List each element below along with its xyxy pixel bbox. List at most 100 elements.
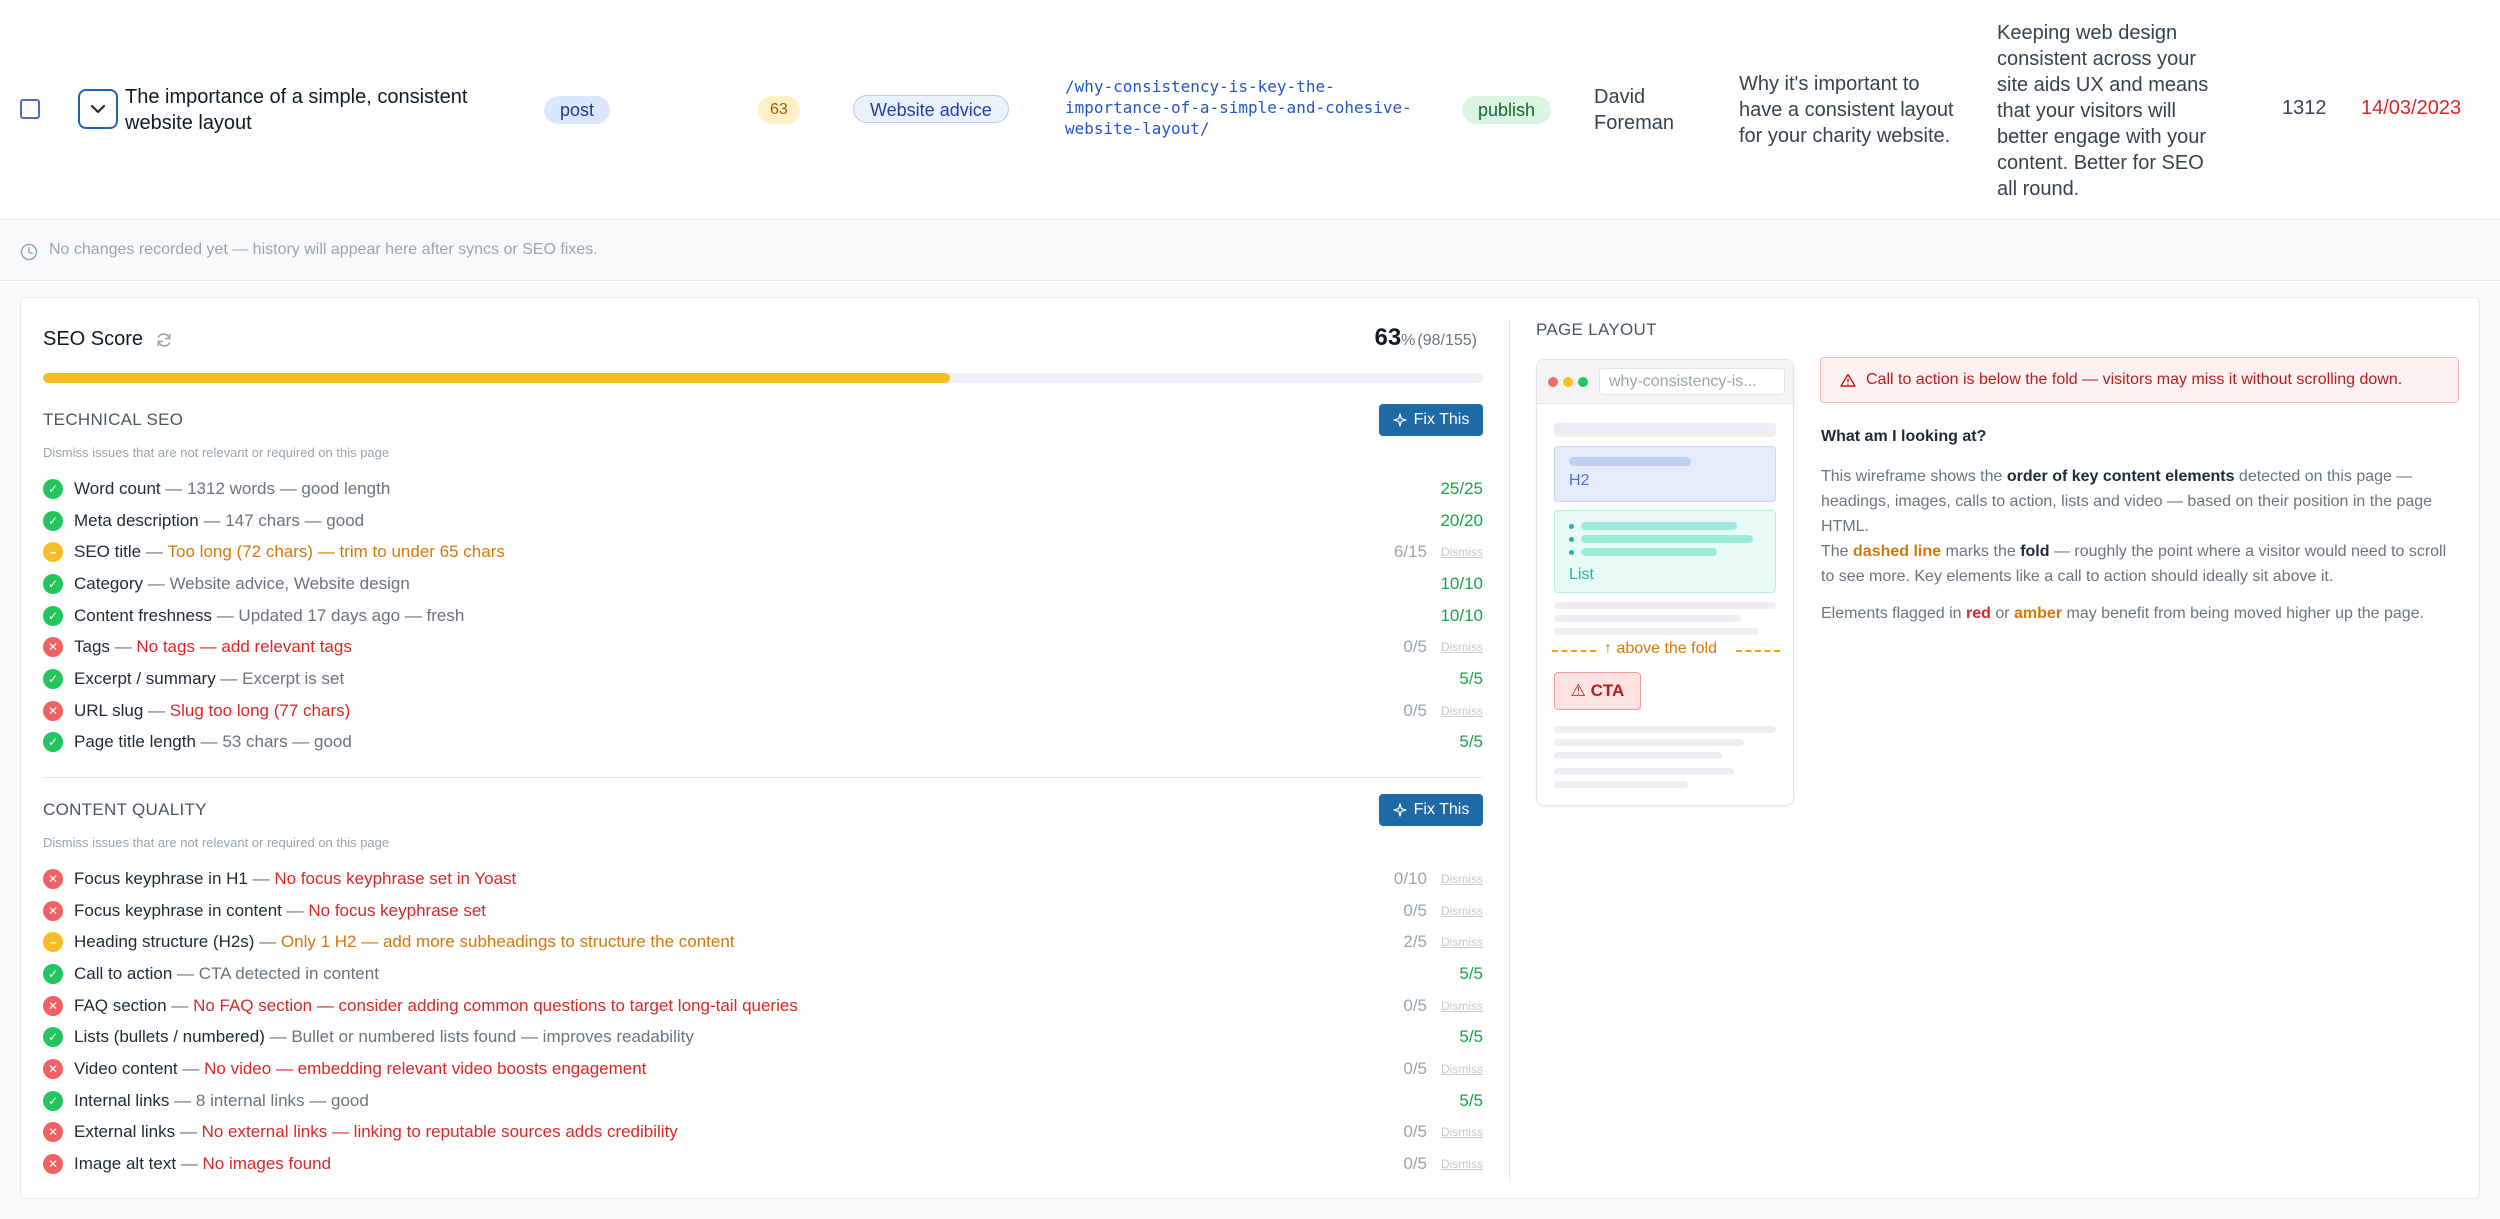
check-detail: Updated 17 days ago — fresh — [238, 605, 465, 625]
check-detail: Slug too long (77 chars) — [169, 700, 351, 720]
dismiss-link[interactable]: Dismiss — [1441, 1062, 1483, 1076]
seo-percent: 63 — [1374, 324, 1402, 351]
collapse-button[interactable] — [78, 89, 118, 129]
check-score: 5/5 — [1459, 963, 1483, 983]
check-label: External links — [74, 1122, 176, 1142]
dismiss-link[interactable]: Dismiss — [1441, 545, 1483, 559]
check-label: Word count — [74, 478, 161, 498]
post-author: David Foreman — [1594, 86, 1675, 134]
check-item: ✓ Page title length — 53 chars — good 5/5 — [43, 727, 1483, 759]
explainer-heading: What am I looking at? — [1821, 428, 1987, 445]
history-text: No changes recorded yet — history will a… — [49, 241, 598, 258]
check-score: 0/5 — [1403, 637, 1427, 657]
check-score: 2/5 — [1403, 932, 1427, 952]
warning-icon — [1840, 373, 1856, 387]
dismiss-link[interactable]: Dismiss — [1441, 1157, 1483, 1171]
cross-icon: ✕ — [43, 1058, 63, 1079]
cross-icon: ✕ — [43, 700, 63, 721]
check-label: Category — [74, 573, 143, 593]
word-count: 1312 — [2282, 97, 2327, 119]
dismiss-link[interactable]: Dismiss — [1441, 704, 1483, 718]
fold-alert-text: Call to action is below the fold — visit… — [1866, 371, 2403, 388]
content-quality-title: CONTENT QUALITY — [43, 800, 207, 819]
dismiss-link[interactable]: Dismiss — [1441, 904, 1483, 918]
check-score: 0/5 — [1403, 1058, 1427, 1078]
content-quality-list: ✕ Focus keyphrase in H1 — No focus keyphr… — [43, 863, 1483, 1180]
check-score: 20/20 — [1440, 510, 1483, 530]
check-item: ✕ Focus keyphrase in content — No focus k… — [43, 895, 1483, 927]
seo-progress-fill — [43, 373, 951, 383]
wireframe-url: why-consistency-is... — [1599, 368, 1785, 395]
cross-icon: ✕ — [43, 1154, 63, 1175]
post-date: 14/03/2023 — [2361, 97, 2462, 119]
post-title[interactable]: The importance of a simple, consistent w… — [125, 84, 485, 136]
check-detail: Bullet or numbered lists found — improve… — [291, 1027, 694, 1047]
wireframe-fold-line: ↑ above the fold — [1552, 640, 1780, 660]
check-detail: 147 chars — good — [225, 510, 365, 530]
check-label: Focus keyphrase in H1 — [74, 868, 248, 888]
dismiss-link[interactable]: Dismiss — [1441, 935, 1483, 949]
check-label: SEO title — [74, 542, 142, 562]
post-url[interactable]: /why-consistency-is-key-the-importance-o… — [1065, 76, 1425, 139]
content-quality-subtitle: Dismiss issues that are not relevant or … — [43, 835, 390, 850]
check-label: Call to action — [74, 963, 173, 983]
check-icon: ✓ — [43, 963, 63, 984]
refresh-icon[interactable] — [155, 331, 173, 349]
seo-percent-suffix: % — [1401, 332, 1416, 349]
dismiss-link[interactable]: Dismiss — [1441, 640, 1483, 654]
check-score: 5/5 — [1459, 668, 1483, 688]
check-detail: No tags — add relevant tags — [136, 637, 352, 657]
check-icon: ✓ — [43, 605, 63, 626]
seo-score-title: SEO Score — [43, 328, 144, 350]
status-badge: publish — [1462, 96, 1552, 124]
minimize-dot-icon — [1563, 377, 1573, 387]
check-detail: Too long (72 chars) — trim to under 65 c… — [167, 542, 505, 562]
check-label: Content freshness — [74, 605, 212, 625]
seo-progress-bar — [43, 373, 1483, 383]
check-detail: Excerpt is set — [242, 668, 345, 688]
fix-content-button[interactable]: Fix This — [1379, 794, 1483, 826]
check-item: – Heading structure (H2s) — Only 1 H2 — a… — [43, 926, 1483, 958]
dismiss-link[interactable]: Dismiss — [1441, 872, 1483, 886]
dismiss-link[interactable]: Dismiss — [1441, 1125, 1483, 1139]
explainer-paragraph-3: Elements flagged in red or amber may ben… — [1821, 605, 2425, 622]
check-label: Excerpt / summary — [74, 668, 216, 688]
check-icon: ✓ — [43, 510, 63, 531]
technical-seo-list: ✓ Word count — 1312 words — good length 25… — [43, 473, 1483, 758]
check-detail: CTA detected in content — [198, 963, 379, 983]
seo-score-badge: 63 — [758, 96, 800, 124]
row-checkbox[interactable] — [20, 99, 40, 119]
wireframe-list-label: List — [1569, 566, 1594, 583]
post-row: The importance of a simple, consistent w… — [0, 0, 2500, 220]
wireframe-browser-bar: why-consistency-is... — [1537, 360, 1793, 404]
section-divider — [43, 777, 1483, 778]
check-label: Lists (bullets / numbered) — [74, 1027, 265, 1047]
close-dot-icon — [1548, 377, 1558, 387]
wireframe-h2-label: H2 — [1569, 472, 1590, 489]
check-label: Focus keyphrase in content — [74, 900, 282, 920]
explainer-paragraph-2: The dashed line marks the fold — roughly… — [1821, 543, 2447, 585]
category-badge: Website advice — [853, 95, 1009, 123]
fold-alert: Call to action is below the fold — visit… — [1820, 357, 2459, 403]
seo-points: (98/155) — [1417, 332, 1477, 349]
check-item: ✕ Image alt text — No images found 0/5 Dism… — [43, 1148, 1483, 1180]
check-detail: Only 1 H2 — add more subheadings to stru… — [280, 932, 735, 952]
chevron-down-icon — [90, 104, 106, 114]
check-detail: 8 internal links — good — [195, 1090, 369, 1110]
check-item: ✕ Tags — No tags — add relevant tags 0/5 Di… — [43, 631, 1483, 663]
check-detail: No focus keyphrase set — [308, 900, 487, 920]
post-type-badge: post — [544, 96, 611, 124]
sparkle-icon — [1393, 803, 1407, 817]
technical-seo-title: TECHNICAL SEO — [43, 410, 184, 429]
fold-label: ↑ above the fold — [1604, 640, 1717, 657]
check-item: ✓ Category — Website advice, Website desi… — [43, 568, 1483, 600]
check-label: Meta description — [74, 510, 199, 530]
check-label: Page title length — [74, 732, 196, 752]
check-icon: ✓ — [43, 732, 63, 753]
check-item: ✕ External links — No external links — li… — [43, 1117, 1483, 1149]
check-score: 0/5 — [1403, 700, 1427, 720]
check-item: ✓ Word count — 1312 words — good length 25… — [43, 473, 1483, 505]
dismiss-link[interactable]: Dismiss — [1441, 999, 1483, 1013]
fix-technical-button[interactable]: Fix This — [1379, 404, 1483, 436]
sparkle-icon — [1393, 413, 1407, 427]
